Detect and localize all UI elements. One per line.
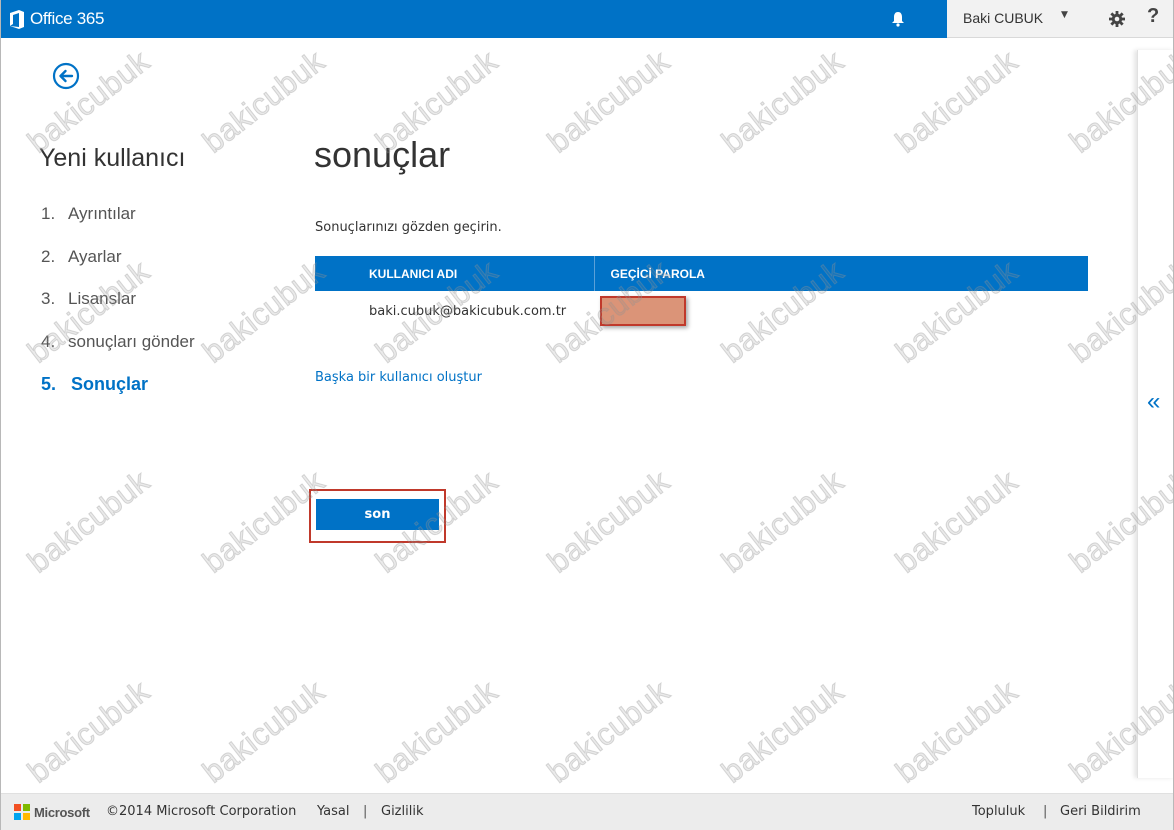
microsoft-logo: Microsoft: [14, 804, 90, 820]
cell-username: baki.cubuk@bakicubuk.com.tr: [369, 303, 567, 319]
watermark-text: bakicubuk: [541, 43, 677, 160]
office365-home-link[interactable]: Office 365: [9, 7, 104, 31]
watermark-text: bakicubuk: [715, 43, 851, 160]
results-table: KULLANICI ADI GEÇİCİ PAROLA baki.cubuk@b…: [315, 256, 1088, 331]
step-settings[interactable]: 2. Ayarlar: [41, 243, 195, 286]
watermark-text: bakicubuk: [541, 463, 677, 580]
watermark-text: bakicubuk: [889, 673, 1025, 790]
column-header-username: KULLANICI ADI: [315, 256, 594, 291]
gear-icon[interactable]: [1107, 9, 1129, 29]
expand-panel-icon[interactable]: «: [1147, 388, 1160, 416]
chevron-down-icon[interactable]: ▼: [1061, 10, 1068, 20]
back-arrow-icon[interactable]: [52, 62, 80, 90]
watermark-text: bakicubuk: [196, 253, 332, 370]
watermark-text: bakicubuk: [369, 673, 505, 790]
table-row: baki.cubuk@bakicubuk.com.tr: [315, 291, 1088, 331]
watermark-text: bakicubuk: [541, 673, 677, 790]
finish-button[interactable]: son: [316, 499, 439, 530]
table-header-row: KULLANICI ADI GEÇİCİ PAROLA: [315, 256, 1088, 291]
copyright-text: ©2014 Microsoft Corporation: [106, 804, 297, 819]
microsoft-brand-text: Microsoft: [34, 804, 90, 820]
column-header-temp-password: GEÇİCİ PAROLA: [593, 256, 1088, 291]
top-navigation-bar: Office 365 Baki CUBUK ▼ ?: [1, 0, 1173, 38]
step-results: 5. Sonuçlar: [41, 374, 149, 394]
watermark-text: bakicubuk: [715, 673, 851, 790]
watermark-text: bakicubuk: [196, 673, 332, 790]
legal-link[interactable]: Yasal: [317, 804, 349, 819]
app-frame: Office 365 Baki CUBUK ▼ ? Yeni kullanıcı…: [0, 0, 1174, 830]
cell-temp-password: [594, 291, 1088, 331]
wizard-title: Yeni kullanıcı: [39, 144, 186, 172]
microsoft-grid-icon: [14, 804, 30, 820]
step-details[interactable]: 1. Ayrıntılar: [41, 200, 195, 243]
app-name: Office 365: [30, 9, 105, 28]
privacy-link[interactable]: Gizlilik: [381, 804, 424, 819]
office-logo-icon: [9, 9, 25, 30]
page-title: sonuçlar: [314, 134, 451, 175]
step-send-results[interactable]: 4. sonuçları gönder: [41, 328, 195, 371]
watermark-text: bakicubuk: [715, 463, 851, 580]
watermark-text: bakicubuk: [196, 43, 332, 160]
instructions-text: Sonuçlarınızı gözden geçirin.: [315, 220, 502, 235]
watermark-text: bakicubuk: [21, 463, 157, 580]
feedback-link[interactable]: Geri Bildirim: [1060, 804, 1141, 819]
watermark-text: bakicubuk: [21, 673, 157, 790]
user-menu: Baki CUBUK ▼ ?: [947, 0, 1173, 38]
create-another-user-link[interactable]: Başka bir kullanıcı oluştur: [315, 370, 482, 385]
user-name-button[interactable]: Baki CUBUK: [963, 10, 1043, 26]
watermark-text: bakicubuk: [889, 463, 1025, 580]
redacted-password-block: [600, 296, 686, 326]
help-icon[interactable]: ?: [1147, 5, 1159, 28]
watermark-text: bakicubuk: [889, 43, 1025, 160]
notification-bell-icon[interactable]: [885, 7, 911, 31]
footer-separator: |: [363, 804, 368, 819]
footer-separator: |: [1043, 804, 1048, 819]
watermark-text: bakicubuk: [21, 43, 157, 160]
community-link[interactable]: Topluluk: [972, 804, 1025, 819]
footer: Microsoft ©2014 Microsoft Corporation Ya…: [1, 793, 1173, 830]
step-licenses[interactable]: 3. Lisanslar: [41, 285, 195, 328]
wizard-steps: 1. Ayrıntılar 2. Ayarlar 3. Lisanslar 4. son…: [41, 200, 195, 413]
